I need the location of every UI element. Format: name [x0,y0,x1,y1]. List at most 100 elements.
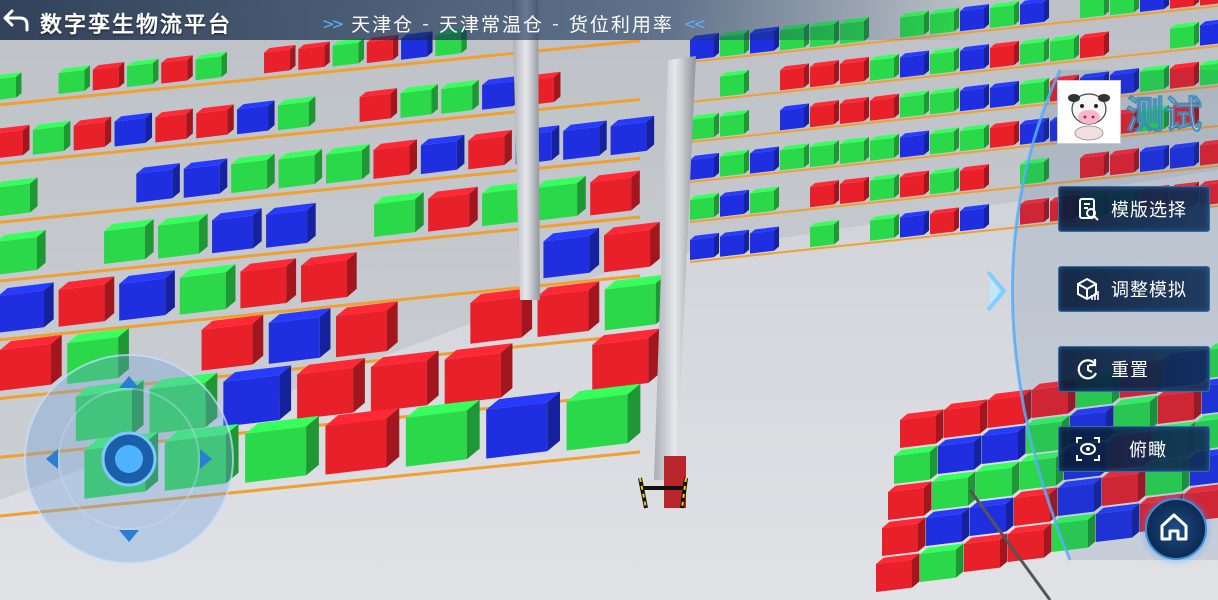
cargo-box [482,81,514,110]
cargo-box [960,168,984,192]
cargo-box [920,549,956,582]
user-avatar[interactable] [1057,80,1121,144]
cargo-box [810,184,834,208]
back-arrow-icon[interactable] [2,8,30,32]
cargo-box [325,418,387,475]
cargo-box [212,215,254,254]
cargo-box [161,59,188,84]
breadcrumb-item-zone[interactable]: 天津常温仓 [439,10,544,37]
cargo-box [195,56,222,81]
cargo-box [834,140,840,165]
cargo-box [924,90,930,115]
cargo-box [930,171,954,195]
reset-button[interactable]: 重置 [1058,346,1210,392]
cargo-box [894,133,900,158]
cargo-box [984,204,990,229]
cargo-box [870,57,894,81]
cargo-box [127,63,154,88]
cargo-box [245,426,307,483]
breadcrumb-chevron-right-icon: >> [322,14,344,33]
cargo-box [1044,77,1050,102]
cargo-box [0,76,16,100]
cargo-box [1080,155,1104,179]
cargo-box [984,124,990,149]
cargo-box [840,141,864,164]
overview-button[interactable]: 俯瞰 [1058,426,1210,472]
cargo-box [179,272,226,315]
panel-expand-arrow-icon[interactable] [984,268,1010,314]
cube-chart-icon [1077,277,1099,301]
cargo-box [960,208,984,232]
cargo-box [58,70,85,94]
cargo-box [834,60,840,85]
cargo-box [930,211,954,235]
cargo-box [876,559,912,592]
breadcrumb-separator: - [422,12,432,35]
cargo-box [954,87,960,112]
cargo-box [924,210,930,235]
cargo-box [864,96,870,122]
cargo-box [428,193,470,232]
cargo-box [840,181,864,204]
cargo-box [359,93,391,123]
cargo-box [804,103,810,128]
cargo-box [1200,63,1218,86]
cargo-box [714,152,720,178]
breadcrumb-item-warehouse[interactable]: 天津仓 [351,10,414,37]
cargo-box [924,170,930,195]
cargo-box [990,125,1014,148]
cargo-box [420,140,457,175]
cargo-box [240,266,287,309]
cargo-box [366,39,393,64]
cargo-box [73,122,105,151]
cargo-box [1044,37,1050,62]
cargo-box [744,109,750,134]
joystick[interactable] [22,352,236,566]
cargo-box [298,46,325,70]
cargo-box [720,73,744,97]
cargo-box [954,207,960,232]
cargo-box [1014,80,1020,106]
cargo-box [990,85,1014,108]
top-bar: 数字孪生物流平台 >> 天津仓 - 天津常温仓 - 货位利用率 << [0,0,1218,40]
breadcrumb-item-metric[interactable]: 货位利用率 [569,10,674,37]
cargo-box [984,164,990,189]
cargo-box [405,410,467,467]
cargo-box [278,155,315,189]
cargo-box [104,226,146,264]
template-select-icon [1079,198,1099,221]
cargo-box [894,53,900,78]
cargo-box [1140,149,1164,172]
cargo-box [468,136,505,170]
breadcrumb: >> 天津仓 - 天津常温仓 - 货位利用率 << [312,10,713,37]
template-select-button[interactable]: 模版选择 [1058,186,1210,232]
cargo-box [894,93,900,118]
cargo-box [400,89,432,118]
cargo-box [810,104,834,128]
cargo-box [563,126,600,160]
cargo-box [810,224,834,248]
cargo-box [264,49,291,74]
cargo-box [268,317,320,364]
overview-label: 俯瞰 [1129,440,1167,461]
cargo-box [900,214,924,238]
adjust-simulation-button[interactable]: 调整模拟 [1058,266,1210,312]
home-button[interactable] [1145,498,1207,560]
cargo-box [1044,157,1050,182]
cargo-box [840,101,864,124]
cargo-box [1110,152,1134,176]
cargo-box [566,394,628,451]
cargo-box [604,229,651,273]
cargo-box [804,143,810,168]
cargo-box [1194,141,1200,166]
cargo-box [964,539,1000,572]
user-overlay-text: 测试 [1125,93,1203,138]
cargo-box [231,159,268,194]
cargo-box [900,174,924,198]
cargo-box [954,127,960,152]
cargo-box [864,136,870,162]
cargo-box [982,431,1018,464]
cargo-box [0,183,30,217]
cargo-box [714,112,720,138]
cargo-box [590,177,632,216]
